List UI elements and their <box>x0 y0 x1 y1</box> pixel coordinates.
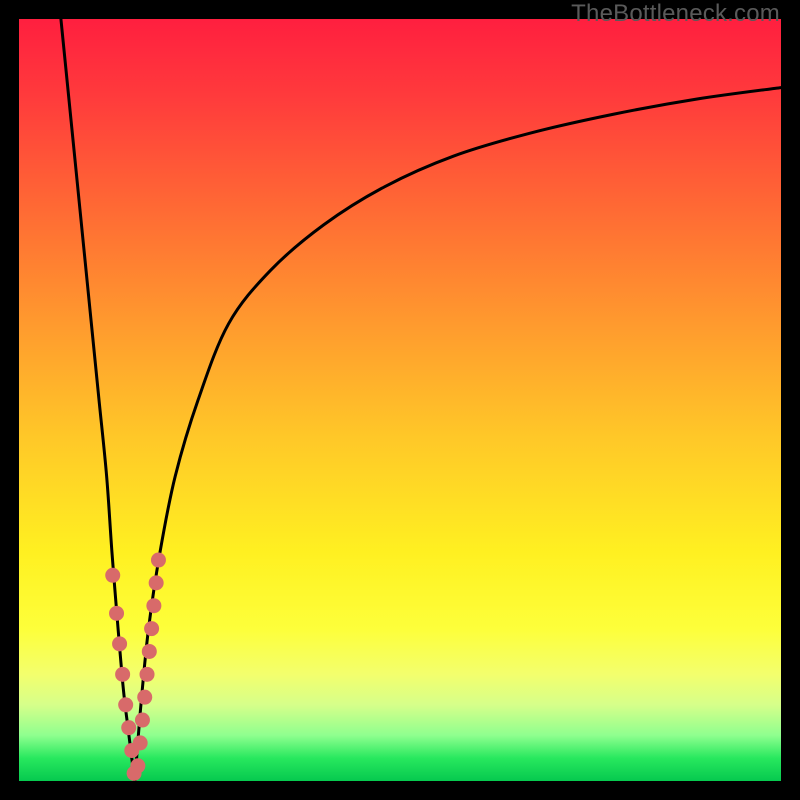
data-point <box>133 735 148 750</box>
data-point <box>140 667 155 682</box>
data-point <box>142 644 157 659</box>
data-point <box>135 713 150 728</box>
data-point <box>105 568 120 583</box>
data-point <box>149 575 164 590</box>
curve-curve-right <box>135 88 781 781</box>
data-point <box>121 720 136 735</box>
data-point <box>109 606 124 621</box>
data-point <box>151 553 166 568</box>
data-point <box>137 690 152 705</box>
data-point <box>146 598 161 613</box>
data-point <box>130 758 145 773</box>
data-point <box>118 697 133 712</box>
curves-svg <box>19 19 781 781</box>
data-point <box>144 621 159 636</box>
curve-curve-left <box>61 19 135 781</box>
data-point <box>115 667 130 682</box>
chart-frame: TheBottleneck.com <box>0 0 800 800</box>
data-point <box>112 636 127 651</box>
curve-layer <box>61 19 781 781</box>
plot-area <box>19 19 781 781</box>
watermark-text: TheBottleneck.com <box>571 0 780 28</box>
